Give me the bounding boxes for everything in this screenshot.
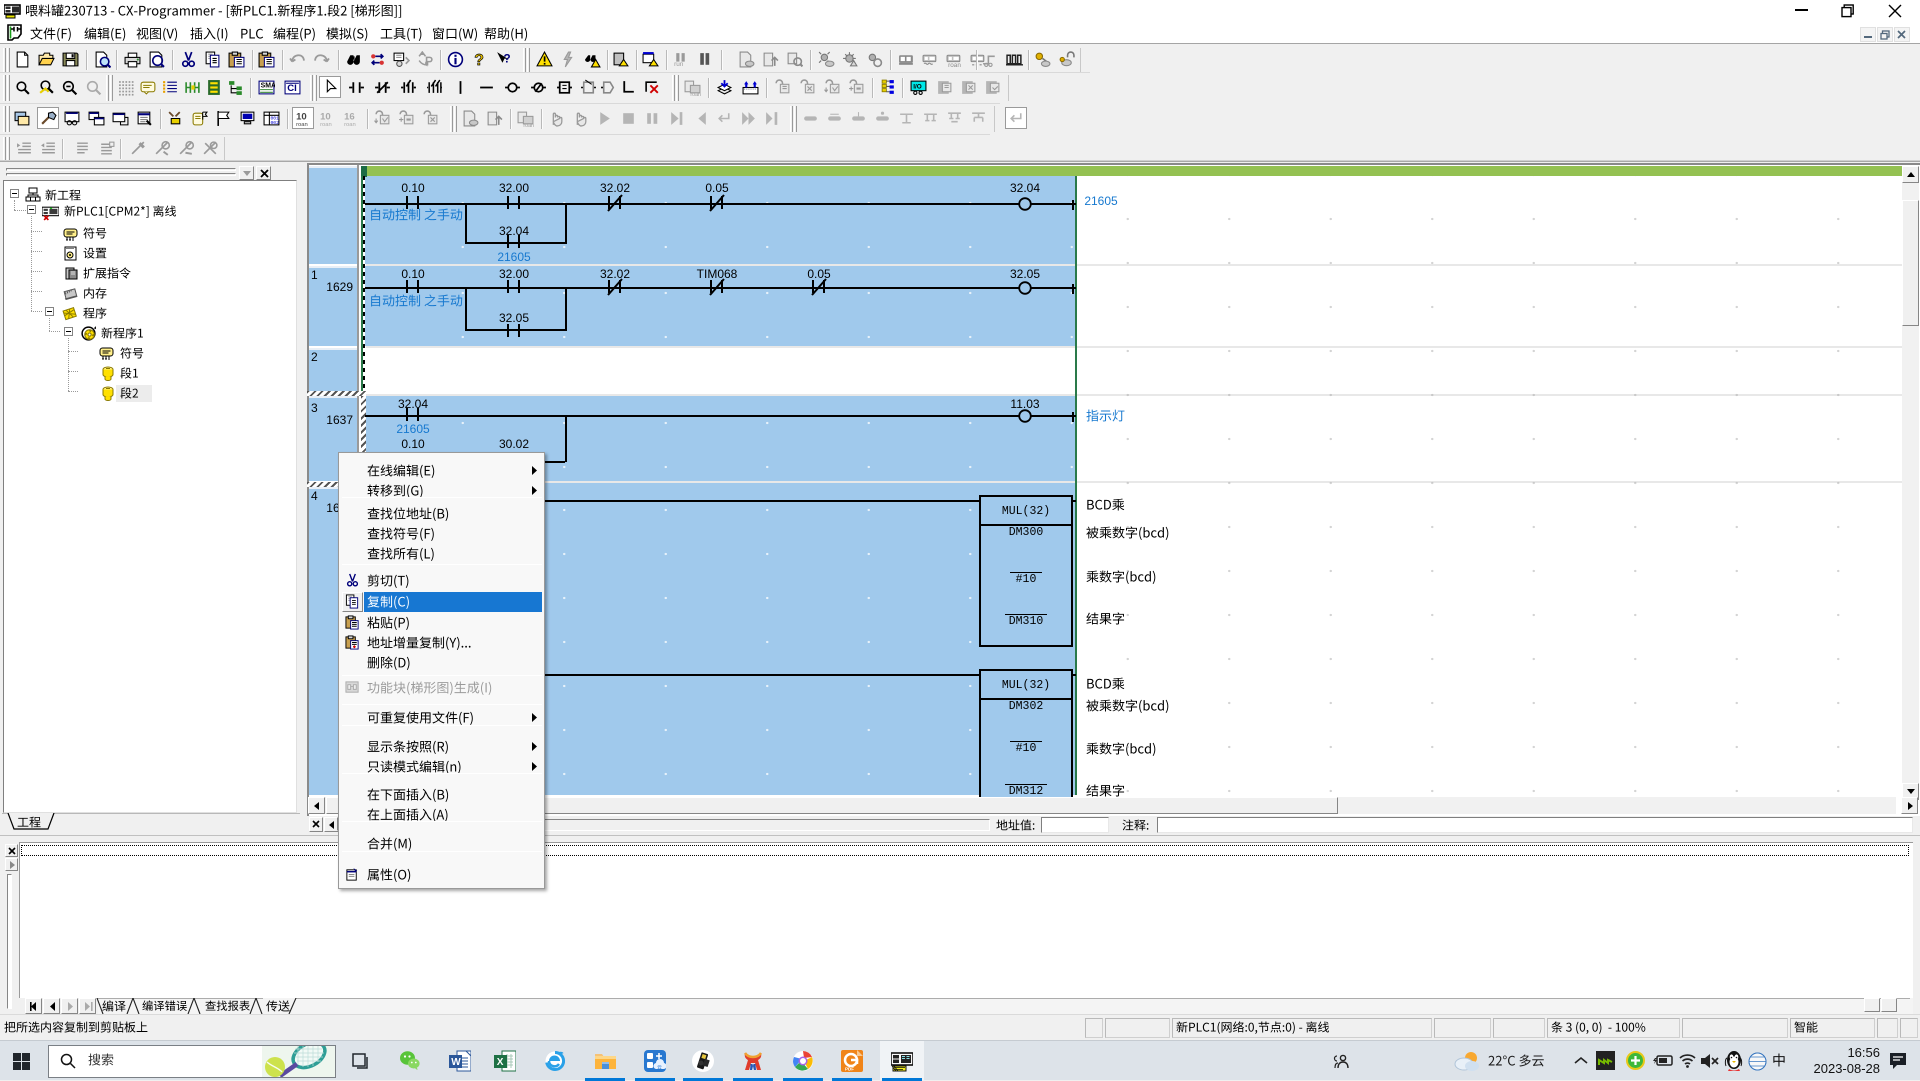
svg-text:X: X <box>497 1057 504 1068</box>
svg-text:W: W <box>451 1057 461 1068</box>
svg-text:CI: CI <box>287 83 297 94</box>
svg-text:?: ? <box>474 52 484 68</box>
svg-text:roan: roan <box>948 62 961 68</box>
svg-text:run: run <box>674 61 684 68</box>
svg-text:roan: roan <box>690 92 701 96</box>
svg-text:roan: roan <box>344 122 356 127</box>
svg-text:002: 002 <box>270 120 279 126</box>
svg-text:云: 云 <box>657 1065 662 1071</box>
svg-text:?: ? <box>504 53 511 66</box>
svg-text:SMA: SMA <box>261 83 275 90</box>
svg-text:roan: roan <box>296 122 308 127</box>
svg-text:roan: roan <box>320 122 332 127</box>
svg-text:10: 10 <box>296 112 307 123</box>
svg-text:roan: roan <box>523 123 534 127</box>
svg-text:10: 10 <box>320 112 331 123</box>
svg-text:I/O: I/O <box>913 84 922 91</box>
svg-text:PDF: PDF <box>845 1067 854 1072</box>
svg-text:16: 16 <box>344 112 355 123</box>
